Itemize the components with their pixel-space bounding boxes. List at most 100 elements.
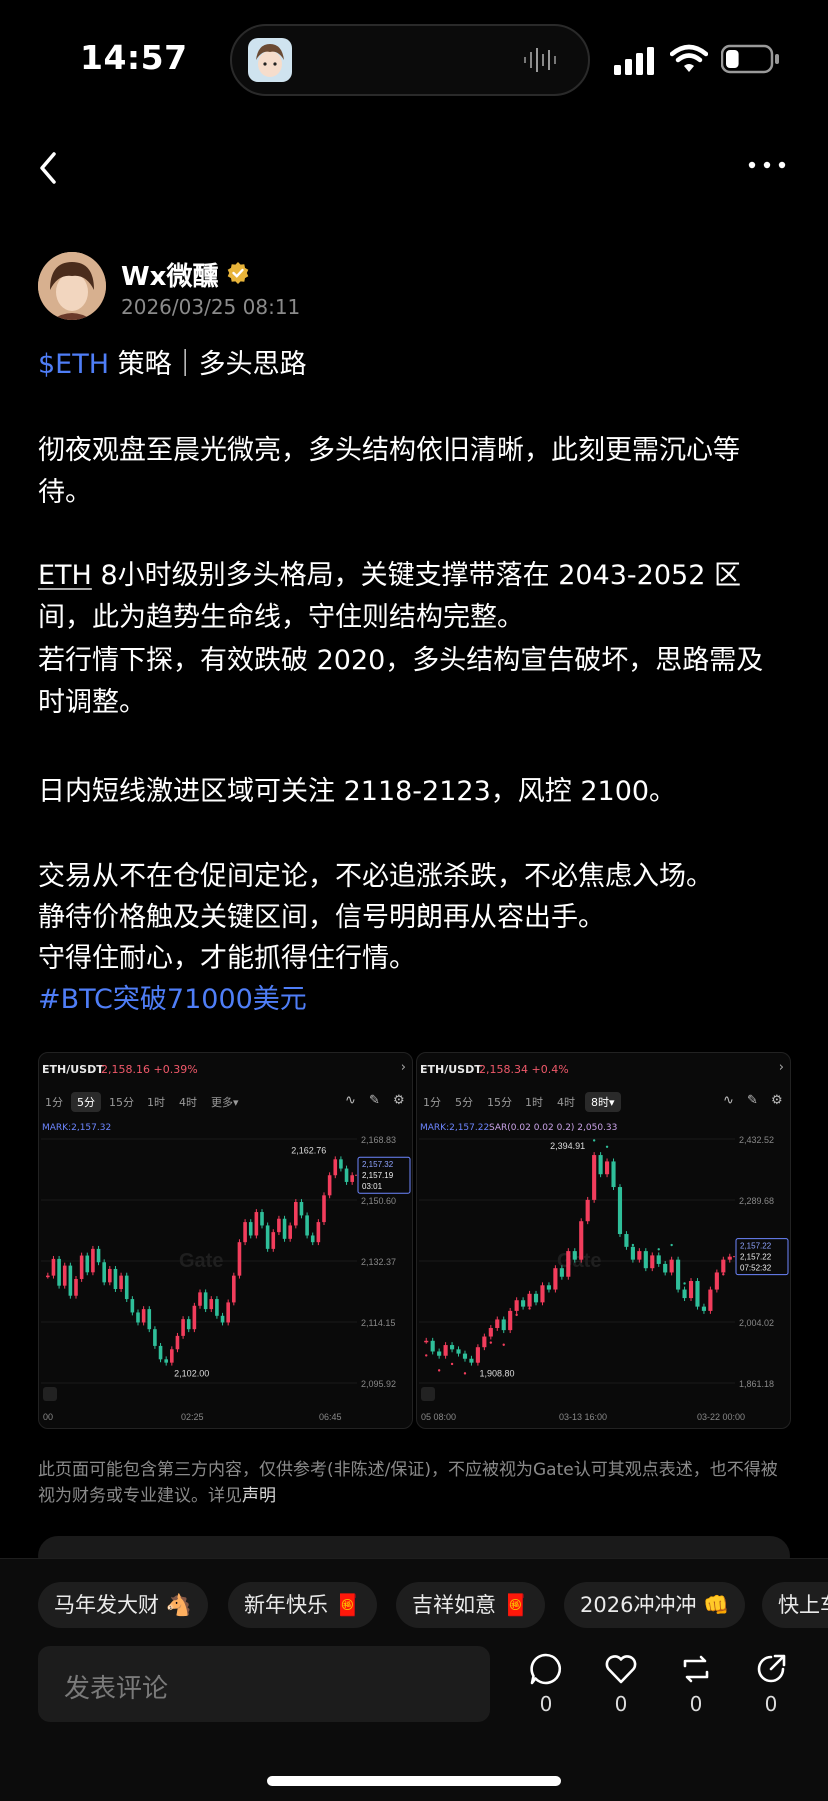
chart-card-5min[interactable]: ETH/USDT 2,158.16 +0.39% › 1分 5分 15分 1时 … <box>38 1052 413 1429</box>
repost-button[interactable]: 0 <box>666 1652 726 1716</box>
candle-body <box>108 1268 112 1283</box>
audio-wave-icon <box>524 48 556 72</box>
high-annotation: 2,162.76 <box>291 1145 326 1155</box>
candle-body <box>559 1268 564 1277</box>
like-button[interactable]: 0 <box>591 1652 651 1716</box>
more-icon[interactable] <box>748 160 786 170</box>
disclaimer-link[interactable]: 声明 <box>242 1486 276 1506</box>
candle-body <box>424 1340 429 1343</box>
like-count: 0 <box>614 1692 628 1716</box>
candle-body <box>495 1319 500 1328</box>
wifi-icon <box>670 44 708 72</box>
candle-body <box>676 1259 681 1290</box>
candle-body <box>164 1359 168 1363</box>
candle-body <box>514 1300 519 1311</box>
hashtag-link[interactable]: #BTC突破71000美元 <box>38 979 790 1021</box>
candle-body <box>79 1255 84 1279</box>
candle-body <box>220 1315 225 1323</box>
candle-body <box>96 1248 101 1263</box>
comment-count: 0 <box>539 1692 553 1716</box>
verified-badge-icon <box>227 262 249 284</box>
share-icon <box>757 1654 786 1683</box>
candle-body <box>327 1175 332 1196</box>
candle-body <box>288 1225 292 1239</box>
sar-dot <box>476 1360 480 1364</box>
comment-input[interactable]: 发表评论 <box>38 1646 490 1722</box>
candle-body <box>637 1251 642 1260</box>
expand-icon <box>43 1387 57 1401</box>
y-tick-label: 2,168.83 <box>361 1135 396 1145</box>
y-tick-label: 2,114.15 <box>361 1318 395 1328</box>
sar-dot <box>683 1282 686 1285</box>
candle-body <box>141 1309 146 1323</box>
quick-reply-chip[interactable]: 吉祥如意 🧧 <box>396 1582 545 1628</box>
quick-reply-chip[interactable]: 2026冲冲冲 👊 <box>564 1582 746 1628</box>
candle-body <box>449 1345 455 1350</box>
post-paragraph-1: 彻夜观盘至晨光微亮，多头结构依旧清晰，此刻更需沉心等待。 <box>38 435 740 508</box>
price-box-label: 2,157.32 <box>362 1160 394 1169</box>
candle-body <box>310 1235 315 1243</box>
sar-dot <box>670 1243 673 1247</box>
x-tick-label: 02:25 <box>181 1412 204 1422</box>
post-paragraph-3: 若行情下探，有效跌破 2020，多头结构宣告破坏，思路需及时调整。 <box>38 645 764 718</box>
kline-chart: 2,168.83 2,150.60 2,132.37 2,114.15 2,095.92… <box>41 1135 411 1422</box>
price-box-label: 2,157.22 <box>740 1253 772 1262</box>
sar-dot <box>631 1243 635 1247</box>
sar-dot <box>567 1264 570 1267</box>
low-annotation: 1,908.80 <box>479 1369 514 1379</box>
candle-body <box>462 1353 468 1359</box>
sar-dot <box>657 1248 660 1251</box>
candle-body <box>248 1222 253 1236</box>
eth-ticker-link[interactable]: ETH <box>38 560 92 591</box>
author-name[interactable]: Wx微醺 <box>121 256 218 293</box>
candle-body <box>714 1272 719 1290</box>
low-annotation: 2,102.00 <box>174 1369 209 1379</box>
candle-body <box>85 1255 90 1273</box>
quick-reply-chip[interactable]: 新年快乐 🧧 <box>228 1582 377 1628</box>
price-box-label: 2,157.19 <box>362 1171 394 1180</box>
sar-dot <box>463 1372 467 1375</box>
candle-body <box>170 1349 174 1363</box>
eth-cashtag-link[interactable]: $ETH <box>38 349 109 380</box>
x-tick-label: 03-13 16:00 <box>559 1412 607 1422</box>
share-button[interactable]: 0 <box>741 1652 801 1716</box>
candle-body <box>203 1292 208 1310</box>
back-icon[interactable] <box>34 148 64 188</box>
candle-body <box>254 1212 259 1236</box>
battery-icon <box>721 44 779 74</box>
sar-dot <box>554 1281 557 1285</box>
candle-body <box>198 1292 202 1306</box>
candle-body <box>62 1265 67 1286</box>
candle-body <box>232 1275 236 1303</box>
quick-reply-chip[interactable]: 快上车 <box>762 1582 828 1628</box>
candle-body <box>119 1275 123 1290</box>
candle-body <box>572 1251 577 1260</box>
candle-body <box>186 1319 191 1330</box>
sar-dot <box>696 1290 699 1294</box>
y-tick-label: 2,132.37 <box>361 1257 396 1267</box>
candle-body <box>102 1262 106 1283</box>
candle-body <box>585 1199 590 1222</box>
candle-body <box>344 1168 349 1182</box>
candle-body <box>350 1175 354 1182</box>
sar-dot <box>437 1369 441 1372</box>
sar-dot <box>722 1273 725 1276</box>
comment-button[interactable]: 0 <box>516 1652 576 1716</box>
post-paragraph-5: 交易从不在仓促间定论，不必追涨杀跌，不必焦虑入场。 <box>38 861 713 892</box>
quick-reply-chip[interactable]: 马年发大财 🐴 <box>38 1582 208 1628</box>
author-avatar[interactable] <box>38 252 106 320</box>
candle-body <box>226 1302 230 1323</box>
disclaimer-text: 此页面可能包含第三方内容，仅供参考(非陈述/保证)，不应被视为Gate认可其观点… <box>38 1460 778 1506</box>
candle-body <box>57 1258 61 1286</box>
candle-body <box>456 1349 461 1354</box>
candle-body <box>192 1305 197 1330</box>
post-paragraph-6: 静待价格触及关键区间，信号明朗再从容出手。 <box>38 902 605 933</box>
sar-dot <box>644 1252 648 1255</box>
candle-body <box>282 1218 287 1239</box>
sar-dot <box>528 1307 531 1310</box>
chart-card-8h[interactable]: ETH/USDT 2,158.34 +0.4% › 1分 5分 15分 1时 4… <box>416 1052 791 1429</box>
candle-body <box>437 1351 442 1356</box>
repost-icon <box>683 1655 709 1683</box>
candle-body <box>305 1215 309 1236</box>
candle-body <box>501 1319 506 1331</box>
